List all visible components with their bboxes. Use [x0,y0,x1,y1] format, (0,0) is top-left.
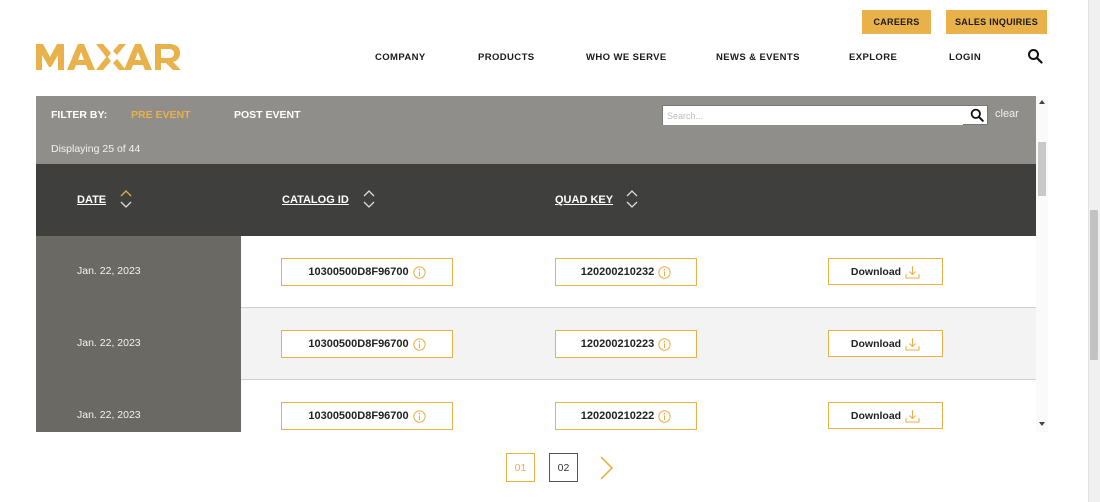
catalog-id-value: 10300500D8F96700 [308,338,409,350]
page-button-02[interactable]: 02 [549,453,578,482]
nav-who-we-serve[interactable]: WHO WE SERVE [586,52,667,63]
quad-key-value: 120200210223 [580,338,655,350]
table-row: Jan. 22, 2023 10300500D8F96700 120200210… [36,308,1036,380]
download-button[interactable]: Download [828,330,943,357]
catalog-id-value: 10300500D8F96700 [308,266,409,278]
nav-login[interactable]: LOGIN [949,52,981,63]
filter-pre-event[interactable]: PRE EVENT [131,109,191,121]
download-label: Download [850,337,902,350]
filter-by-label: FILTER BY: [51,109,108,121]
sort-icon[interactable] [119,188,133,210]
quad-key-box[interactable]: 120200210232 [555,258,697,286]
row-body: 10300500D8F96700 120200210232 Download [241,236,1036,308]
date-cell: Jan. 22, 2023 [36,236,241,308]
date-cell: Jan. 22, 2023 [36,308,241,380]
table-row: Jan. 22, 2023 10300500D8F96700 120200210… [36,380,1036,432]
filter-post-event[interactable]: POST EVENT [234,109,301,121]
catalog-id-box[interactable]: 10300500D8F96700 [281,402,453,430]
download-button[interactable]: Download [828,258,943,285]
search-icon[interactable] [1027,48,1043,64]
page-button-01[interactable]: 01 [506,453,535,482]
scroll-down-icon[interactable] [1039,421,1045,427]
info-icon[interactable] [412,337,426,351]
quad-key-box[interactable]: 120200210223 [555,330,697,358]
quad-key-box[interactable]: 120200210222 [555,402,697,430]
search-input[interactable] [663,107,963,125]
table-row: Jan. 22, 2023 10300500D8F96700 120200210… [36,236,1036,308]
nav-explore[interactable]: EXPLORE [849,52,897,63]
info-icon[interactable] [658,337,671,351]
catalog-id-box[interactable]: 10300500D8F96700 [281,258,453,286]
page-scrollbar-thumb[interactable] [1090,210,1098,360]
column-header-quad-key[interactable]: QUAD KEY [555,194,613,206]
date-value: Jan. 22, 2023 [77,337,141,349]
display-count: Displaying 25 of 44 [51,143,141,155]
sort-icon[interactable] [625,188,639,210]
nav-company[interactable]: COMPANY [375,52,426,63]
maxar-logo[interactable] [36,39,182,75]
info-icon[interactable] [412,409,426,423]
date-value: Jan. 22, 2023 [77,409,141,421]
info-icon[interactable] [658,409,671,423]
row-body: 10300500D8F96700 120200210222 Download [241,380,1036,432]
quad-key-value: 120200210222 [580,410,655,422]
download-icon [905,337,920,351]
chevron-right-icon[interactable] [598,455,614,481]
filter-bar: FILTER BY: PRE EVENT POST EVENT Displayi… [36,96,1036,164]
sort-icon[interactable] [362,188,376,210]
nav-products[interactable]: PRODUCTS [478,52,535,63]
clear-link[interactable]: clear [995,108,1019,120]
table-header: DATE CATALOG ID QUAD KEY [36,164,1036,236]
quad-key-value: 120200210232 [580,266,655,278]
careers-button[interactable]: CAREERS [862,10,931,34]
sales-inquiries-button[interactable]: SALES INQUIRIES [946,10,1047,34]
table-scrollbar-thumb[interactable] [1038,142,1046,196]
row-body: 10300500D8F96700 120200210223 Download [241,308,1036,380]
info-icon[interactable] [412,265,426,279]
catalog-id-box[interactable]: 10300500D8F96700 [281,330,453,358]
scroll-up-icon[interactable] [1039,99,1045,105]
search-icon[interactable] [970,108,984,122]
column-header-date[interactable]: DATE [77,194,106,206]
column-header-catalog-id[interactable]: CATALOG ID [282,194,349,206]
download-button[interactable]: Download [828,402,943,429]
results-panel: FILTER BY: PRE EVENT POST EVENT Displayi… [36,96,1036,432]
date-value: Jan. 22, 2023 [77,265,141,277]
download-icon [905,409,920,423]
download-label: Download [850,265,902,278]
page: CAREERS SALES INQUIRIES COMPANY PRODUCTS… [0,0,1100,502]
catalog-id-value: 10300500D8F96700 [308,410,409,422]
download-icon [905,265,920,279]
nav-news-events[interactable]: NEWS & EVENTS [716,52,800,63]
search-box [662,105,988,125]
date-cell: Jan. 22, 2023 [36,380,241,432]
download-label: Download [850,409,902,422]
info-icon[interactable] [658,265,671,279]
